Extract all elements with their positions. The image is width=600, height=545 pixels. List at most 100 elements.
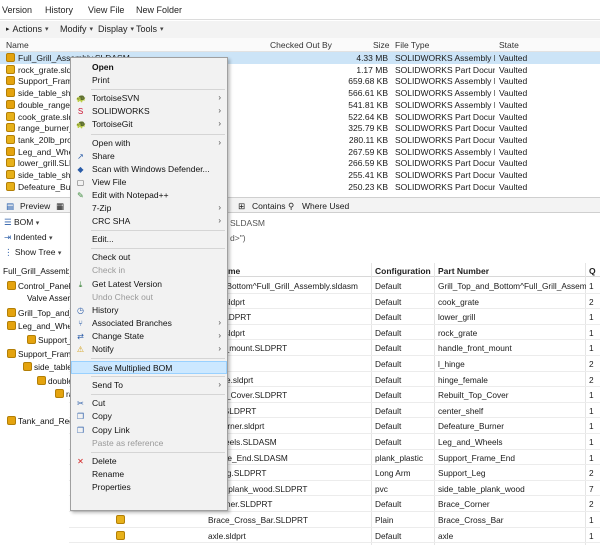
tab-contains[interactable]: Contains: [252, 201, 286, 211]
menu-item-edit[interactable]: Edit...: [71, 233, 227, 246]
menu-item-open[interactable]: Open: [71, 61, 227, 74]
menu-item-copy[interactable]: ❐ Copy: [71, 410, 227, 423]
menu-item-associated-branches[interactable]: ⑂ Associated Branches ›: [71, 317, 227, 330]
bom-qty: 1: [589, 343, 594, 354]
chevron-down-icon: ▾: [57, 250, 62, 257]
bom-part-number: side_table_plank_wood: [438, 483, 525, 494]
copy-link-icon: ❐: [76, 425, 85, 435]
bom-configuration: Default: [375, 405, 402, 416]
chevron-right-icon: ›: [218, 203, 221, 212]
menu-item-crc-sha[interactable]: CRC SHA ›: [71, 215, 227, 228]
file-type: SOLIDWORKS Part Docume: [395, 181, 495, 192]
menu-item-7-zip[interactable]: 7-Zip ›: [71, 202, 227, 215]
tab-where-used[interactable]: Where Used: [302, 201, 349, 211]
menu-history[interactable]: History: [45, 5, 73, 15]
chevron-down-icon: ▾: [48, 235, 53, 242]
bom-qty: 1: [589, 530, 594, 541]
cut-icon: ✂: [77, 399, 84, 409]
menu-item-share[interactable]: ↗ Share: [71, 150, 227, 163]
menu-item-copy-link[interactable]: ❐ Copy Link: [71, 424, 227, 437]
menu-new-folder[interactable]: New Folder: [136, 5, 182, 15]
menu-item-get-latest-version[interactable]: ⤓ Get Latest Version: [71, 278, 227, 291]
file-state: Vaulted: [499, 123, 528, 134]
menu-item-history[interactable]: ◷ History: [71, 304, 227, 317]
part-file-icon: [6, 181, 15, 191]
tab-preview[interactable]: Preview: [20, 201, 50, 211]
bom-file-name: e_Burner.sldprt: [208, 421, 265, 432]
col-state[interactable]: State: [499, 40, 519, 50]
chevron-right-icon: ›: [218, 216, 221, 226]
menu-item-notify[interactable]: ⚠ Notify ›: [71, 343, 227, 356]
menu-item-send-to[interactable]: Send To ›: [71, 379, 227, 392]
part-file-icon: [6, 170, 15, 179]
assembly-file-icon: [55, 389, 64, 399]
assembly-file-icon: [23, 362, 32, 372]
bom-row[interactable]: Brace_Cross_Bar.SLDPRT Plain Brace_Cross_B…: [69, 512, 600, 528]
bom-file-name: PRT: [208, 359, 372, 369]
menu-item-view-file[interactable]: ▢ View File: [71, 176, 227, 189]
bom-qty: 7: [589, 483, 594, 494]
bom-part-number: rock_grate: [438, 327, 478, 338]
modify-dropdown[interactable]: Modify ▾: [60, 24, 93, 34]
menu-item-tortoisegit[interactable]: 🐢 TortoiseGit ›: [71, 118, 227, 131]
col-size[interactable]: Size: [373, 40, 390, 50]
menu-item-open-with[interactable]: Open with ›: [71, 137, 227, 150]
actions-dropdown[interactable]: ▸ Actions ▾: [6, 24, 49, 34]
bom-configuration: Default: [375, 437, 402, 447]
bom-part-number: Support_Leg: [438, 468, 486, 479]
bom-part-number: handle_front_mount: [438, 343, 512, 354]
file-state: Vaulted: [499, 181, 528, 192]
bom-qty: 1: [589, 452, 594, 463]
col-part-number[interactable]: Part Number: [438, 266, 489, 276]
file-type: SOLIDWORKS Part Docume: [395, 170, 495, 180]
menu-item-rename[interactable]: Rename: [71, 468, 227, 481]
menu-item-save-multiplied-bom[interactable]: Save Multiplied BOM: [71, 361, 227, 375]
menu-item-check-out[interactable]: Check out: [71, 251, 227, 264]
file-state: Vaulted: [499, 76, 528, 87]
menu-item-print[interactable]: Print: [71, 74, 227, 87]
menu-item-edit-with-notepad[interactable]: ✎ Edit with Notepad++: [71, 189, 227, 202]
bom-qty: 1: [589, 327, 594, 338]
col-qty[interactable]: Q: [589, 266, 596, 276]
file-size: 1.17 MB: [356, 64, 388, 75]
display-dropdown[interactable]: Display ▾: [98, 24, 134, 34]
show-tree-dropdown[interactable]: ⋮ Show Tree ▾: [4, 247, 61, 258]
menu-version[interactable]: Version: [2, 5, 32, 15]
menu-item-solidworks[interactable]: S SOLIDWORKS ›: [71, 105, 227, 118]
file-state: Vaulted: [499, 158, 528, 169]
bom-qty: 1: [589, 390, 594, 401]
menu-view-file[interactable]: View File: [88, 5, 124, 15]
bom-configuration: Default: [375, 374, 402, 385]
bom-part-number: center_shelf: [438, 405, 484, 416]
col-bom-name[interactable]: me: [228, 266, 240, 276]
notify-icon: ⚠: [76, 345, 85, 354]
tortoise-icon: 🐢: [76, 94, 86, 104]
indent-icon: ⇥: [4, 232, 12, 242]
share-icon: ↗: [77, 151, 84, 161]
indented-dropdown[interactable]: ⇥ Indented ▾: [4, 232, 52, 243]
menu-item-cut[interactable]: ✂ Cut: [71, 397, 227, 410]
menu-item-scan-with-windows-defender[interactable]: ◆ Scan with Windows Defender...: [71, 163, 227, 176]
toolbar: ▸ Actions ▾ Modify ▾ Display ▾ Tools ▾: [0, 21, 600, 39]
menu-item-tortoisesvn[interactable]: 🐢 TortoiseSVN ›: [71, 92, 227, 105]
menu-item-delete[interactable]: ✕ Delete: [71, 455, 227, 468]
bom-configuration: Default: [375, 296, 402, 307]
tab-preview-icon: ▤: [6, 201, 15, 211]
menu-item-check-in: Check in: [92, 265, 126, 276]
col-file-type[interactable]: File Type: [395, 40, 429, 50]
bom-qty: 1: [589, 421, 594, 432]
caret-right-icon: ▸: [6, 26, 10, 33]
bom-row[interactable]: axle.sldprt Default axle 1: [69, 528, 600, 544]
col-checked-out-by[interactable]: Checked Out By: [270, 40, 332, 50]
menu-item-change-state[interactable]: ⇄ Change State ›: [71, 330, 227, 343]
bom-qty: 1: [589, 405, 594, 416]
menu-item-properties[interactable]: Properties: [71, 481, 227, 494]
col-name[interactable]: Name: [6, 40, 29, 50]
tools-dropdown[interactable]: Tools ▾: [136, 24, 164, 34]
chevron-right-icon: ›: [218, 344, 221, 353]
col-configuration[interactable]: Configuration: [375, 266, 431, 276]
bom-type-dropdown[interactable]: ☰ BOM ▾: [4, 217, 39, 228]
file-size: 250.23 KB: [348, 181, 388, 192]
menu-separator: [91, 358, 225, 360]
branch-icon: ⑂: [78, 318, 83, 328]
